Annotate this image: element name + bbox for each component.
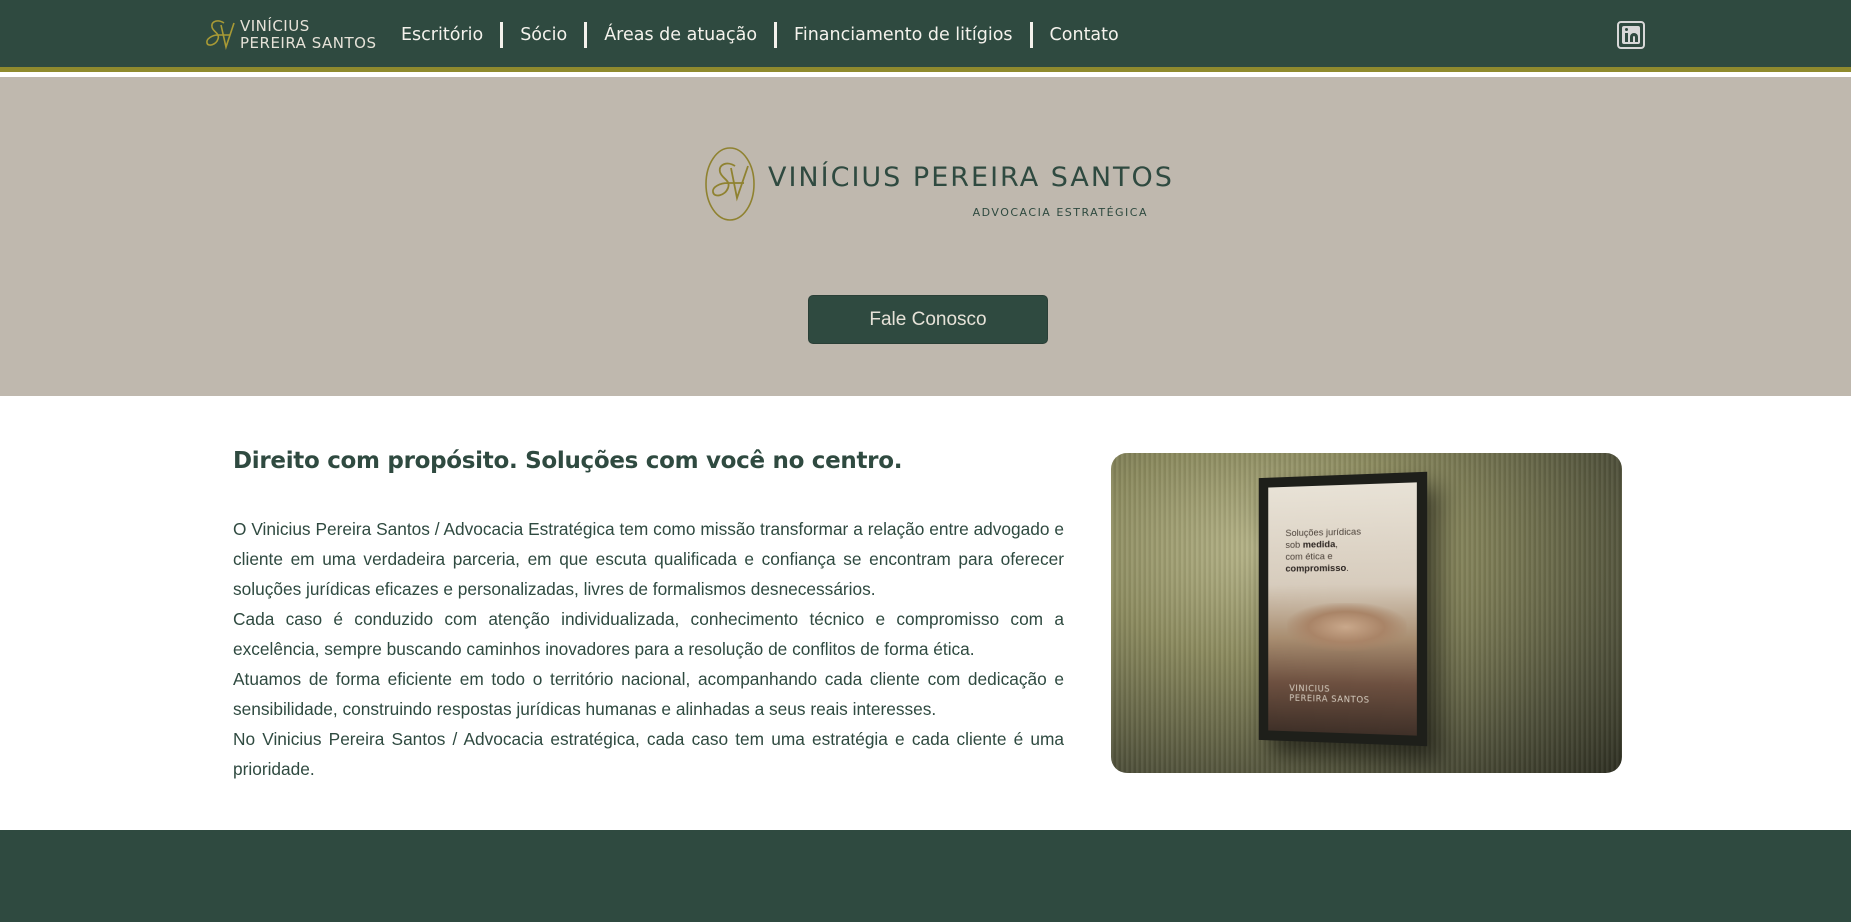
nav-item-socio[interactable]: Sócio xyxy=(503,21,584,49)
hero-section: VINÍCIUS PEREIRA SANTOS ADVOCACIA ESTRAT… xyxy=(0,77,1851,396)
poster-slogan: Soluções jurídicas sob medida, com ética… xyxy=(1285,526,1362,575)
linkedin-icon[interactable] xyxy=(1617,21,1645,49)
about-paragraph: Cada caso é conduzido com atenção indivi… xyxy=(233,609,1064,659)
hero-brand-last: PEREIRA SANTOS xyxy=(912,162,1174,193)
nav-item-financiamento[interactable]: Financiamento de litígios xyxy=(777,21,1030,49)
nav-logo-line2: PEREIRA SANTOS xyxy=(240,34,377,52)
nav-item-escritorio[interactable]: Escritório xyxy=(384,21,500,49)
hero-brand-first: VINÍCIUS xyxy=(768,162,903,193)
handshake-image xyxy=(1287,602,1407,652)
poster-frame: Soluções jurídicas sob medida, com ética… xyxy=(1258,471,1428,747)
main-menu: Escritório Sócio Áreas de atuação Financ… xyxy=(384,20,1136,50)
about-title: Direito com propósito. Soluções com você… xyxy=(233,448,903,474)
nav-logo-line1: VINÍCIUS xyxy=(240,17,310,35)
top-navbar: VINÍCIUS PEREIRA SANTOS Escritório Sócio… xyxy=(0,0,1851,72)
poster-brand: VINICIUS PEREIRA SANTOS xyxy=(1289,683,1370,706)
about-paragraph: No Vinicius Pereira Santos / Advocacia e… xyxy=(233,729,1064,779)
hero-brand-name: VINÍCIUS PEREIRA SANTOS xyxy=(768,162,1174,193)
about-paragraph: O Vinicius Pereira Santos / Advocacia Es… xyxy=(233,519,1064,599)
footer-band xyxy=(0,830,1851,922)
nav-item-areas[interactable]: Áreas de atuação xyxy=(587,21,774,49)
monogram-icon xyxy=(206,20,235,50)
about-text: O Vinicius Pereira Santos / Advocacia Es… xyxy=(233,514,1064,784)
office-poster-photo: Soluções jurídicas sob medida, com ética… xyxy=(1111,453,1622,773)
nav-logo[interactable]: VINÍCIUS PEREIRA SANTOS xyxy=(202,15,376,55)
nav-item-contato[interactable]: Contato xyxy=(1033,21,1136,49)
contact-us-button[interactable]: Fale Conosco xyxy=(808,295,1048,344)
monogram-emblem-icon xyxy=(705,147,755,221)
hero-logo: VINÍCIUS PEREIRA SANTOS ADVOCACIA ESTRAT… xyxy=(702,144,1172,224)
about-paragraph: Atuamos de forma eficiente em todo o ter… xyxy=(233,669,1064,719)
hero-subtitle: ADVOCACIA ESTRATÉGICA xyxy=(972,206,1148,219)
poster: Soluções jurídicas sob medida, com ética… xyxy=(1268,482,1417,736)
